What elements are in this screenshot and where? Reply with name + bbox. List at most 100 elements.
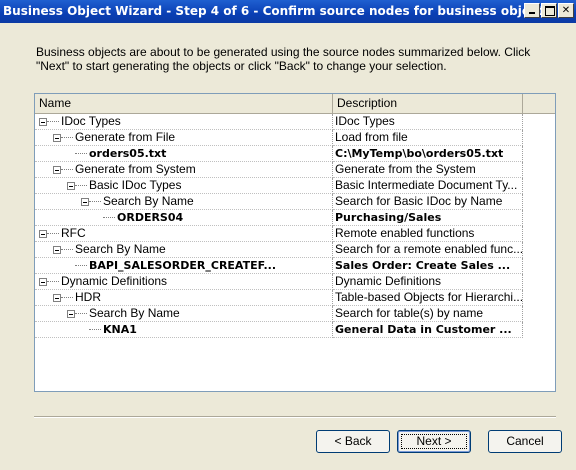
name-cell: HDR [35,290,333,306]
table-row[interactable]: RFC Remote enabled functions [35,226,555,242]
tree-connector [103,217,115,218]
table-row[interactable]: orders05.txt C:\MyTemp\bo\orders05.txt [35,146,555,162]
collapse-icon[interactable] [53,294,61,302]
description-cell: Table-based Objects for Hierarchi... [333,290,523,306]
name-cell: IDoc Types [35,114,333,130]
tree-connector [61,297,73,298]
table-row[interactable]: Generate from File Load from file [35,130,555,146]
description-cell: Search for Basic IDoc by Name [333,194,523,210]
collapse-icon[interactable] [39,278,47,286]
table-row[interactable]: KNA1 General Data in Customer ... [35,322,555,338]
tree-connector [47,233,59,234]
next-button[interactable]: Next > [397,430,471,453]
maximize-button[interactable] [541,3,557,18]
description-cell: Load from file [333,130,523,146]
back-button-label: < Back [334,434,372,448]
name-cell: Basic IDoc Types [35,178,333,194]
collapse-icon[interactable] [67,182,75,190]
node-name: orders05.txt [89,147,167,160]
tree-connector [75,185,87,186]
table-row[interactable]: IDoc Types IDoc Types [35,114,555,130]
description-cell: Search for table(s) by name [333,306,523,322]
window-title: Business Object Wizard - Step 4 of 6 - C… [3,4,550,18]
tree-connector [75,265,87,266]
description-cell: C:\MyTemp\bo\orders05.txt [333,146,523,162]
cancel-button-label: Cancel [506,434,544,448]
column-header-description[interactable]: Description [333,94,523,113]
collapse-icon[interactable] [81,198,89,206]
name-cell: KNA1 [35,322,333,338]
node-name: Dynamic Definitions [61,274,168,288]
title-bar[interactable]: Business Object Wizard - Step 4 of 6 - C… [0,0,576,23]
name-cell: BAPI_SALESORDER_CREATEF... [35,258,333,274]
window-controls: ✕ [524,3,574,18]
name-cell: Search By Name [35,306,333,322]
intro-text: Business objects are about to be generat… [36,45,531,73]
node-name: IDoc Types [61,114,121,128]
table-header: Name Description [35,94,555,114]
description-cell: Generate from the System [333,162,523,178]
node-name: ORDERS04 [117,211,184,224]
collapse-icon[interactable] [53,246,61,254]
table-row[interactable]: Search By Name Search for table(s) by nam… [35,306,555,322]
collapse-icon[interactable] [53,166,61,174]
description-cell: General Data in Customer ... [333,322,523,338]
table-row[interactable]: Dynamic Definitions Dynamic Definitions [35,274,555,290]
node-name: Search By Name [103,194,194,208]
node-name: Generate from System [75,162,196,176]
description-cell: IDoc Types [333,114,523,130]
back-button[interactable]: < Back [316,430,390,453]
name-cell: Search By Name [35,194,333,210]
tree-connector [61,249,73,250]
tree-connector [47,281,59,282]
tree-connector [75,153,87,154]
tree-connector [61,137,73,138]
description-cell: Purchasing/Sales [333,210,523,226]
wizard-window: Business Object Wizard - Step 4 of 6 - C… [0,0,576,470]
name-cell: Generate from File [35,130,333,146]
node-name: Search By Name [89,306,180,320]
description-cell: Sales Order: Create Sales ... [333,258,523,274]
close-button[interactable]: ✕ [558,3,574,18]
node-name: RFC [61,226,86,240]
node-name: KNA1 [103,323,137,336]
name-cell: Generate from System [35,162,333,178]
node-name: Generate from File [75,130,176,144]
footer-divider [34,416,556,418]
cancel-button[interactable]: Cancel [488,430,562,453]
table-row[interactable]: BAPI_SALESORDER_CREATEF... Sales Order: C… [35,258,555,274]
node-name: Search By Name [75,242,166,256]
name-cell: Search By Name [35,242,333,258]
description-cell: Search for a remote enabled func... [333,242,523,258]
node-name: Basic IDoc Types [89,178,182,192]
name-cell: Dynamic Definitions [35,274,333,290]
table-row[interactable]: Search By Name Search for Basic IDoc by N… [35,194,555,210]
tree-connector [75,313,87,314]
collapse-icon[interactable] [53,134,61,142]
description-cell: Dynamic Definitions [333,274,523,290]
source-nodes-tree-table[interactable]: Name Description IDoc Types IDoc Types Gen… [34,93,556,392]
close-icon: ✕ [561,5,571,16]
table-row[interactable]: HDR Table-based Objects for Hierarchi... [35,290,555,306]
collapse-icon[interactable] [67,310,75,318]
description-cell: Remote enabled functions [333,226,523,242]
name-cell: RFC [35,226,333,242]
column-header-name[interactable]: Name [35,94,333,113]
tree-connector [61,169,73,170]
table-row[interactable]: Basic IDoc Types Basic Intermediate Docum… [35,178,555,194]
table-row[interactable]: ORDERS04 Purchasing/Sales [35,210,555,226]
tree-connector [89,329,101,330]
tree-connector [89,201,101,202]
next-button-label: Next > [416,434,452,448]
collapse-icon[interactable] [39,230,47,238]
table-row[interactable]: Generate from System Generate from the Sy… [35,162,555,178]
node-name: BAPI_SALESORDER_CREATEF... [89,259,277,272]
node-name: HDR [75,290,101,304]
minimize-button[interactable] [524,3,540,18]
name-cell: orders05.txt [35,146,333,162]
description-cell: Basic Intermediate Document Ty... [333,178,523,194]
name-cell: ORDERS04 [35,210,333,226]
collapse-icon[interactable] [39,118,47,126]
tree-connector [47,121,59,122]
table-row[interactable]: Search By Name Search for a remote enable… [35,242,555,258]
